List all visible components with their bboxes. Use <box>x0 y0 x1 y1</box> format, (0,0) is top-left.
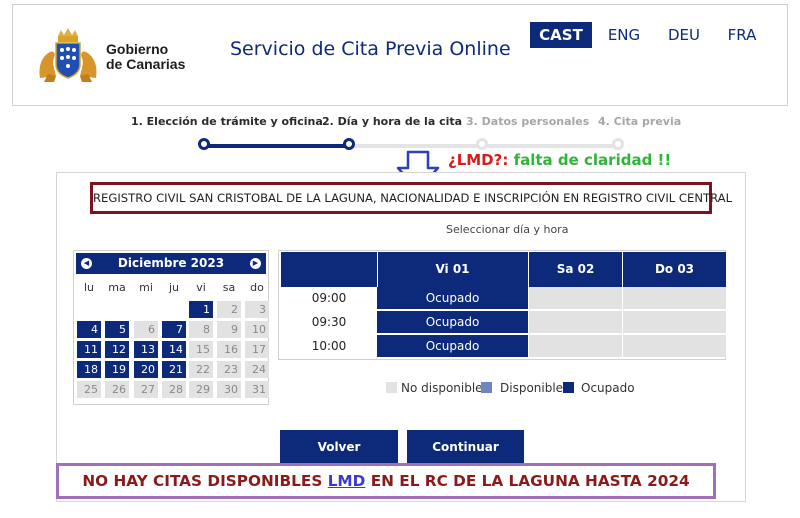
calendar-day-occupied[interactable]: 14 <box>162 341 186 358</box>
calendar-day-occupied[interactable]: 12 <box>105 341 129 358</box>
step-2-label: 2. Día y hora de la cita <box>322 115 463 128</box>
legend-available: Disponible <box>500 381 564 395</box>
calendar-day-occupied[interactable]: 13 <box>134 341 158 358</box>
chevron-right-icon[interactable]: ▶ <box>250 258 261 269</box>
weekday-label: mi <box>139 281 153 294</box>
slot-divider <box>529 309 726 311</box>
lang-deu-button[interactable]: DEU <box>660 22 708 48</box>
calendar-day-unavailable[interactable]: 2 <box>217 301 241 318</box>
weekday-label: vi <box>196 281 206 294</box>
calendar-day-occupied[interactable]: 1 <box>189 301 213 318</box>
continue-button[interactable]: Continuar <box>407 430 524 464</box>
header-divider <box>377 252 378 287</box>
brand-name: Gobierno de Canarias <box>106 42 185 72</box>
annotation-clarity-text: falta de claridad !! <box>513 151 672 169</box>
weekday-label: sa <box>222 281 236 294</box>
calendar-day-occupied[interactable]: 5 <box>105 321 129 338</box>
legend-occupied-swatch <box>563 382 574 393</box>
calendar-day-occupied[interactable]: 4 <box>77 321 101 338</box>
annotation-lmd-question: ¿LMD?: <box>448 151 509 169</box>
calendar-day-unavailable[interactable]: 28 <box>162 381 186 398</box>
calendar-day-occupied[interactable]: 21 <box>162 361 186 378</box>
weekday-label: do <box>250 281 264 294</box>
weekday-label: lu <box>83 281 95 294</box>
calendar-day-occupied[interactable]: 11 <box>77 341 101 358</box>
step-1-node <box>198 138 210 150</box>
back-button[interactable]: Volver <box>280 430 398 464</box>
lang-fra-button[interactable]: FRA <box>718 22 766 48</box>
step-2-node <box>343 138 355 150</box>
calendar-day-unavailable[interactable]: 25 <box>77 381 101 398</box>
time-label: 09:00 <box>311 291 347 305</box>
select-day-time-label: Seleccionar día y hora <box>446 223 569 236</box>
gobierno-canarias-crest-icon <box>36 26 100 86</box>
day-column-unavailable <box>623 287 726 357</box>
weekday-label: ju <box>168 281 180 294</box>
calendar-day-unavailable[interactable]: 10 <box>245 321 269 338</box>
annotation-text-before: NO HAY CITAS DISPONIBLES <box>82 472 323 490</box>
lang-cast-button[interactable]: CAST <box>530 22 592 48</box>
legend-occupied: Ocupado <box>581 381 635 395</box>
calendar-day-unavailable[interactable]: 9 <box>217 321 241 338</box>
slot-divider <box>377 333 528 335</box>
day-column-unavailable <box>529 287 622 357</box>
legend-not-available: No disponible <box>401 381 483 395</box>
calendar-day-unavailable[interactable]: 24 <box>245 361 269 378</box>
time-slot-occupied[interactable]: Ocupado <box>377 287 528 309</box>
schedule-corner <box>281 252 377 287</box>
calendar-day-unavailable[interactable]: 3 <box>245 301 269 318</box>
schedule-day-header: Sa 02 <box>529 252 622 287</box>
step-3-node <box>476 138 488 150</box>
schedule-day-header: Vi 01 <box>377 252 528 287</box>
office-name: REGISTRO CIVIL SAN CRISTOBAL DE LA LAGUN… <box>90 182 732 214</box>
step-1-label: 1. Elección de trámite y oficina <box>131 115 323 128</box>
calendar-day-occupied[interactable]: 7 <box>162 321 186 338</box>
step-4-label: 4. Cita previa <box>598 115 682 128</box>
time-label: 09:30 <box>311 315 347 329</box>
time-slot-occupied[interactable]: Ocupado <box>377 335 528 357</box>
lang-eng-button[interactable]: ENG <box>600 22 648 48</box>
annotation-no-appointments: NO HAY CITAS DISPONIBLES LMD EN EL RC DE… <box>56 463 716 499</box>
calendar-month: Diciembre 2023 <box>76 253 266 274</box>
step-3-label: 3. Datos personales <box>466 115 590 128</box>
weekday-label: ma <box>108 281 126 294</box>
annotation-text-after: EN EL RC DE LA LAGUNA HASTA 2024 <box>370 472 690 490</box>
calendar-day-unavailable[interactable]: 22 <box>189 361 213 378</box>
time-slot-occupied[interactable]: Ocupado <box>377 311 528 333</box>
calendar-day-unavailable[interactable]: 17 <box>245 341 269 358</box>
slot-divider <box>377 309 528 311</box>
step-4-node <box>612 138 624 150</box>
calendar-day-unavailable[interactable]: 6 <box>134 321 158 338</box>
calendar-day-unavailable[interactable]: 16 <box>217 341 241 358</box>
annotation-lmd-link[interactable]: LMD <box>328 472 366 490</box>
progress-track-done <box>204 144 350 148</box>
col-divider <box>622 287 623 357</box>
calendar-day-occupied[interactable]: 18 <box>77 361 101 378</box>
brand-line-2: de Canarias <box>106 56 186 72</box>
calendar-day-unavailable[interactable]: 23 <box>217 361 241 378</box>
time-label: 10:00 <box>311 339 347 353</box>
calendar-day-unavailable[interactable]: 31 <box>245 381 269 398</box>
calendar-day-unavailable[interactable]: 26 <box>105 381 129 398</box>
calendar-day-unavailable[interactable]: 27 <box>134 381 158 398</box>
legend-available-swatch <box>481 382 492 393</box>
legend-not-available-swatch <box>386 382 397 393</box>
chevron-left-icon[interactable]: ◀ <box>81 258 92 269</box>
brand-line-1: Gobierno <box>106 41 169 57</box>
calendar-day-unavailable[interactable]: 15 <box>189 341 213 358</box>
calendar-day-occupied[interactable]: 20 <box>134 361 158 378</box>
calendar-day-unavailable[interactable]: 29 <box>189 381 213 398</box>
header-divider <box>622 252 623 287</box>
schedule-day-header: Do 03 <box>623 252 726 287</box>
header-divider <box>528 252 529 287</box>
calendar-day-unavailable[interactable]: 8 <box>189 321 213 338</box>
calendar-day-unavailable[interactable]: 30 <box>217 381 241 398</box>
calendar-day-occupied[interactable]: 19 <box>105 361 129 378</box>
page-title: Servicio de Cita Previa Online <box>230 38 511 60</box>
slot-divider <box>529 333 726 335</box>
annotation-clarity: ¿LMD?: falta de claridad !! <box>448 151 671 169</box>
